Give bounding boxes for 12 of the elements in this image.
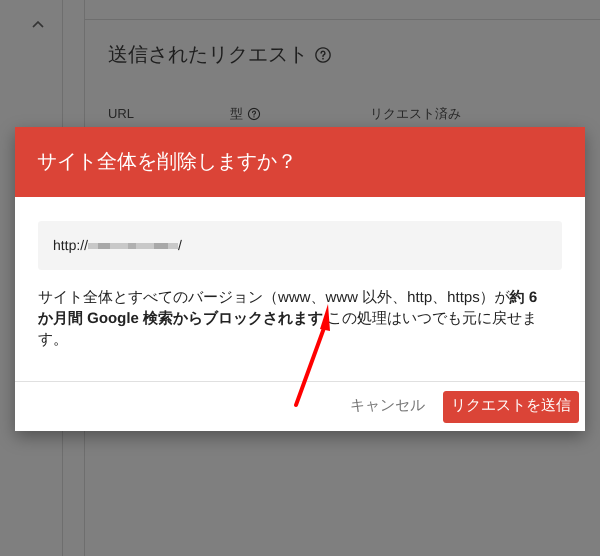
section-title: 送信されたリクエスト bbox=[108, 43, 308, 68]
help-icon bbox=[314, 46, 332, 64]
url-text: http:// bbox=[53, 236, 88, 255]
dialog-title: サイト全体を削除しますか？ bbox=[37, 150, 297, 175]
column-header: リクエスト済み bbox=[370, 105, 461, 123]
send-request-button[interactable]: リクエストを送信 bbox=[443, 390, 579, 422]
column-header: URL bbox=[108, 105, 134, 123]
dialog-message: サイト全体とすべてのバージョン（www、www 以外、http、https）が約 6 か月間 Google 検索からブロックされます この処理はいつでも元に戻せます。 bbox=[38, 288, 538, 350]
cancel-button[interactable]: キャンセル bbox=[348, 390, 427, 422]
column-header: 型 bbox=[230, 105, 243, 123]
url-text: / bbox=[178, 236, 182, 255]
chevron-up-icon[interactable] bbox=[32, 20, 44, 28]
